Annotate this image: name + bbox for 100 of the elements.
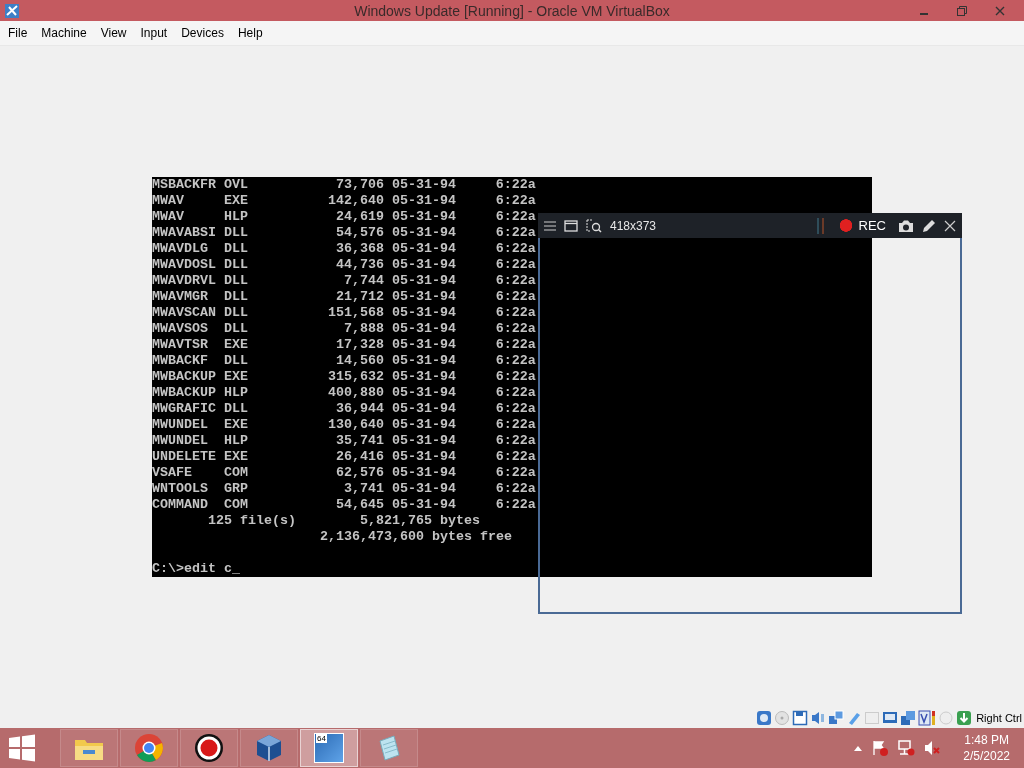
- file-extension: DLL: [223, 401, 248, 417]
- menu-item[interactable]: File: [3, 24, 33, 42]
- file-size: 24,619: [334, 209, 384, 225]
- file-date: 05-31-94: [391, 273, 456, 289]
- monitor-icon[interactable]: [882, 709, 899, 726]
- file-name: MWAVMGR: [152, 289, 209, 305]
- file-name: COMMAND: [152, 497, 209, 513]
- file-extension: DLL: [223, 241, 248, 257]
- file-size: 54,645: [334, 497, 384, 513]
- menu-item[interactable]: Input: [135, 24, 173, 42]
- file-date: 05-31-94: [391, 385, 456, 401]
- speaker-icon[interactable]: [810, 709, 827, 726]
- file-name: MWAVSOS: [152, 321, 209, 337]
- file-date: 05-31-94: [391, 433, 456, 449]
- file-size: 7,744: [342, 273, 384, 289]
- flag-icon[interactable]: [871, 739, 890, 757]
- file-extension: DLL: [223, 353, 248, 369]
- file-name: UNDELETE: [152, 449, 217, 465]
- file-size: 130,640: [326, 417, 384, 433]
- file-time: 6:22a: [494, 465, 536, 481]
- file-name: MSBACKFR: [152, 177, 217, 193]
- clock[interactable]: 1:48 PM 2/5/2022: [963, 732, 1010, 764]
- file-name: MWAVDRVL: [152, 273, 217, 289]
- file-size: 151,568: [326, 305, 384, 321]
- file-name: MWAVABSI: [152, 225, 217, 241]
- file-time: 6:22a: [494, 257, 536, 273]
- app-icon: [4, 2, 20, 19]
- file-name: VSAFE: [152, 465, 193, 481]
- region-select-icon[interactable]: [586, 218, 602, 233]
- file-date: 05-31-94: [391, 241, 456, 257]
- file-time: 6:22a: [494, 321, 536, 337]
- file-name: MWAV: [152, 209, 185, 225]
- file-date: 05-31-94: [391, 337, 456, 353]
- file-extension: HLP: [223, 209, 248, 225]
- menu-item[interactable]: Machine: [36, 24, 92, 42]
- window-icon[interactable]: [564, 219, 578, 232]
- file-time: 6:22a: [494, 305, 536, 321]
- menu-item[interactable]: Help: [232, 24, 268, 42]
- file-size: 7,888: [342, 321, 384, 337]
- window-title: Windows Update [Running] - Oracle VM VirtualBox: [354, 2, 670, 19]
- file-size: 17,328: [334, 337, 384, 353]
- file-size: 36,368: [334, 241, 384, 257]
- file-time: 6:22a: [494, 449, 536, 465]
- file-extension: HLP: [223, 385, 248, 401]
- file-date: 05-31-94: [391, 465, 456, 481]
- file-date: 05-31-94: [391, 497, 456, 513]
- file-size: 26,416: [334, 449, 384, 465]
- file-extension: DLL: [223, 305, 248, 321]
- file-time: 6:22a: [494, 273, 536, 289]
- file-time: 6:22a: [494, 481, 536, 497]
- host-key-label: Right Ctrl: [976, 711, 1022, 724]
- menu-item[interactable]: View: [95, 24, 132, 42]
- file-time: 6:22a: [494, 193, 536, 209]
- file-extension: EXE: [223, 193, 248, 209]
- taskbar-button[interactable]: 64: [300, 729, 358, 767]
- file-name: MWAVDOSL: [152, 257, 217, 273]
- network-icon[interactable]: [897, 739, 916, 757]
- file-size: 44,736: [334, 257, 384, 273]
- file-name: MWAVSCAN: [152, 305, 217, 321]
- show-hidden-icons-arrow-icon[interactable]: [853, 744, 864, 752]
- file-time: 6:22a: [494, 177, 536, 193]
- pencil-icon[interactable]: [922, 218, 936, 233]
- menu-icon[interactable]: [544, 219, 556, 232]
- file-name: MWUNDEL: [152, 417, 209, 433]
- file-name: WNTOOLS: [152, 481, 209, 497]
- network-icon[interactable]: [828, 709, 845, 726]
- file-extension: DLL: [223, 225, 248, 241]
- camera-icon[interactable]: [898, 218, 914, 233]
- file-date: 05-31-94: [391, 209, 456, 225]
- windows-icon[interactable]: [900, 709, 917, 726]
- file-time: 6:22a: [494, 353, 536, 369]
- file-time: 6:22a: [494, 385, 536, 401]
- cube-icon: [255, 733, 283, 763]
- file-date: 05-31-94: [391, 289, 456, 305]
- taskbar-button[interactable]: [180, 729, 238, 767]
- menu-item[interactable]: Devices: [176, 24, 229, 42]
- file-time: 6:22a: [494, 401, 536, 417]
- file-extension: EXE: [223, 449, 248, 465]
- file-time: 6:22a: [494, 497, 536, 513]
- file-date: 05-31-94: [391, 369, 456, 385]
- file-date: 05-31-94: [391, 449, 456, 465]
- file-size: 21,712: [334, 289, 384, 305]
- total-size: 5,821,765 bytes: [359, 513, 480, 529]
- muted-speaker-icon[interactable]: [923, 739, 942, 757]
- vm-window-icon: 64: [314, 733, 344, 763]
- file-name: MWUNDEL: [152, 433, 209, 449]
- file-date: 05-31-94: [391, 401, 456, 417]
- floppy-icon[interactable]: [792, 709, 809, 726]
- windows-logo-icon[interactable]: [8, 734, 36, 762]
- file-name: MWGRAFIC: [152, 401, 217, 417]
- file-name: MWBACKF: [152, 353, 209, 369]
- file-name: MWBACKUP: [152, 369, 217, 385]
- file-extension: HLP: [223, 433, 248, 449]
- record-icon: [194, 733, 224, 763]
- restore-icon[interactable]: [956, 4, 968, 17]
- file-size: 315,632: [326, 369, 384, 385]
- cpu-meter-icon[interactable]: [918, 709, 937, 726]
- file-extension: DLL: [223, 321, 248, 337]
- audio-level-icon: [816, 217, 825, 234]
- file-time: 6:22a: [494, 417, 536, 433]
